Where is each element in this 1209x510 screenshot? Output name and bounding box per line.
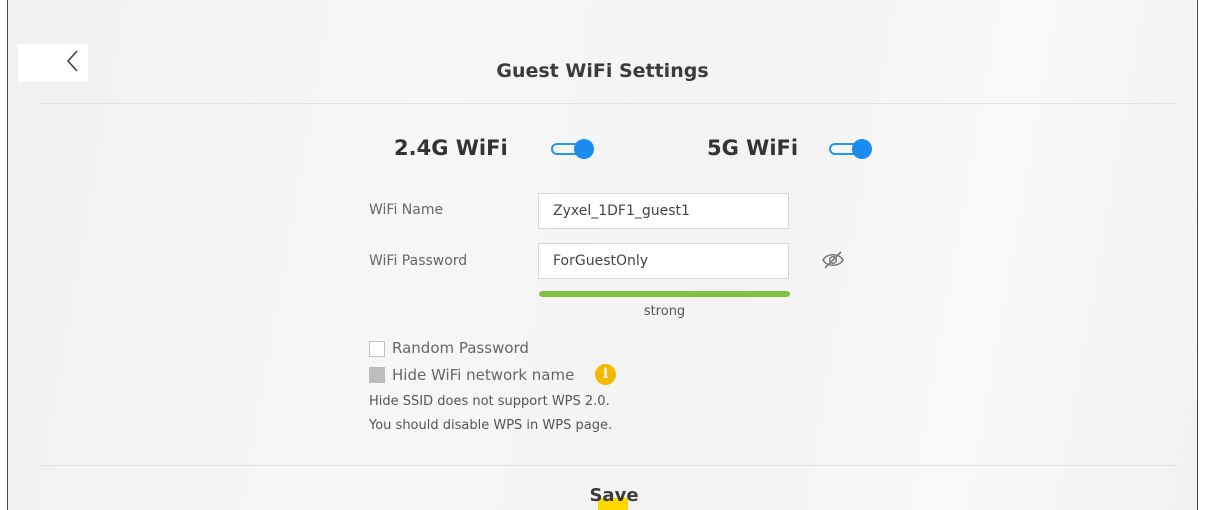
wifi-password-label: WiFi Password — [369, 253, 468, 269]
password-strength-bar — [539, 291, 790, 297]
toggle-knob — [852, 139, 872, 159]
hide-ssid-label: Hide WiFi network name — [392, 366, 575, 384]
band-label-5g: 5G WiFi — [707, 136, 799, 160]
save-button[interactable]: Save — [574, 485, 654, 510]
info-icon[interactable]: i — [595, 364, 616, 385]
guest-wifi-panel: Guest WiFi Settings 2.4G WiFi 5G WiFi Wi… — [7, 0, 1198, 510]
wps-note-line-2: You should disable WPS in WPS page. — [369, 418, 613, 433]
wifi-password-input[interactable] — [538, 243, 789, 279]
divider-bottom — [41, 465, 1177, 466]
toggle-knob — [574, 139, 594, 159]
random-password-label: Random Password — [392, 339, 529, 357]
wifi-name-label: WiFi Name — [369, 202, 444, 218]
toggle-5g-wifi[interactable] — [829, 139, 873, 159]
eye-off-icon[interactable] — [821, 250, 845, 270]
password-strength-label: strong — [643, 304, 686, 319]
random-password-checkbox[interactable] — [369, 341, 385, 357]
password-strength-fill — [539, 291, 790, 297]
hide-ssid-checkbox[interactable] — [369, 367, 385, 383]
wifi-name-input[interactable] — [538, 193, 789, 229]
page-title: Guest WiFi Settings — [496, 60, 709, 82]
save-label: Save — [589, 485, 639, 506]
toggle-2-4g-wifi[interactable] — [551, 139, 595, 159]
wps-note-line-1: Hide SSID does not support WPS 2.0. — [369, 394, 610, 409]
band-label-2-4g: 2.4G WiFi — [394, 136, 508, 160]
divider-top — [41, 103, 1177, 104]
